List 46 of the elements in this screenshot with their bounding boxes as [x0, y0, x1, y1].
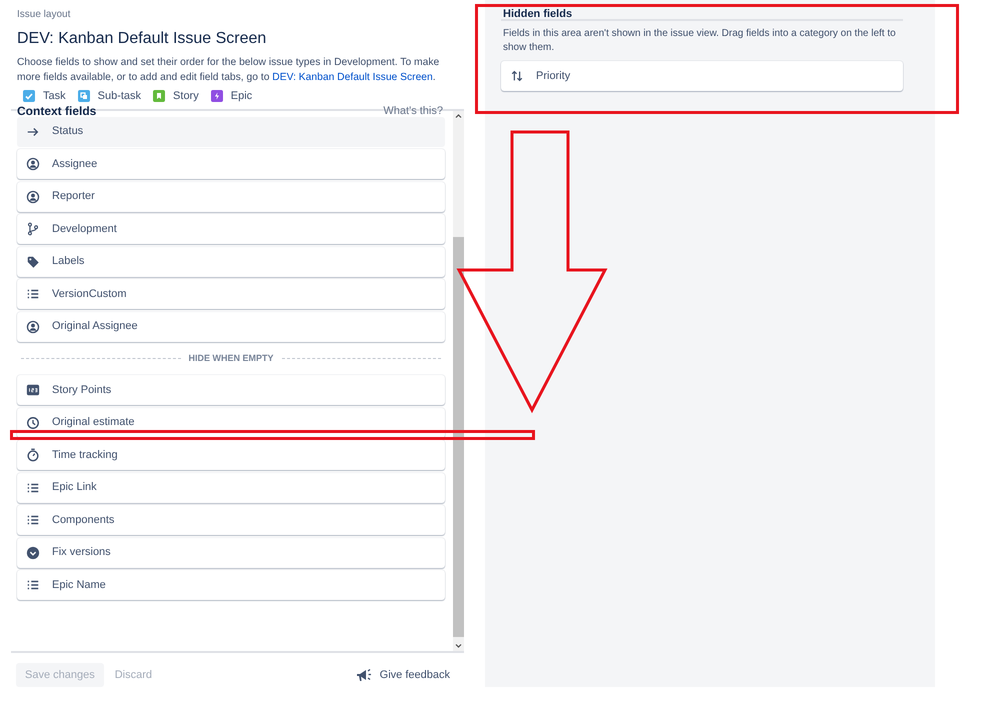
field-card[interactable]: Components [17, 505, 445, 535]
field-card[interactable]: VersionCustom [17, 279, 445, 309]
section-title: Hidden fields [502, 8, 574, 20]
field-card[interactable]: Priority [501, 61, 903, 91]
chevron-circle-icon [26, 546, 40, 560]
scroll-up-icon[interactable] [455, 112, 462, 118]
issue-type-label: Sub-task [98, 89, 142, 104]
field-card[interactable]: Reporter [17, 182, 445, 212]
breadcrumb: Issue layout [17, 9, 70, 20]
field-card[interactable]: Labels [17, 246, 445, 276]
scrollbar[interactable] [453, 110, 464, 651]
help-link[interactable]: What's this? [383, 104, 443, 112]
field-card[interactable]: Development [17, 214, 445, 244]
megaphone-icon [356, 668, 372, 682]
person-circle-icon [26, 157, 40, 171]
tag-icon [26, 254, 40, 268]
page-title: DEV: Kanban Default Issue Screen [17, 29, 268, 49]
up-down-arrows-icon [510, 69, 524, 83]
list-icon [26, 513, 40, 527]
divider-label: HIDE WHEN EMPTY [188, 352, 274, 364]
field-card[interactable]: Story Points [17, 375, 445, 405]
feedback-button[interactable]: Give feedback [356, 666, 450, 684]
branch-icon [26, 222, 40, 236]
description: Choose fields to show and set their order for the below issue types in Development. To make more fields available, or to add and edit field tabs, go to DEV: Kanban Default Issue Screen. [17, 56, 440, 85]
clock-icon [26, 416, 40, 430]
issue-type-label: Epic [230, 89, 252, 104]
list-icon [26, 578, 40, 592]
issue-type-label: Task [43, 89, 66, 104]
field-card[interactable]: Status [17, 116, 445, 146]
scroll-thumb[interactable] [453, 236, 464, 636]
person-circle-icon [26, 190, 40, 204]
hidden-fields-description: Fields in this area aren't shown in the issue view. Drag fields into a category on the left to show them. [502, 27, 897, 55]
field-card[interactable]: Time tracking [17, 440, 445, 470]
number-icon [26, 383, 40, 397]
scroll-down-icon[interactable] [455, 643, 462, 649]
field-card[interactable]: Original Assignee [17, 312, 445, 342]
field-card[interactable]: Fix versions [17, 538, 445, 568]
field-card[interactable]: Epic Link [17, 472, 445, 502]
list-icon [26, 287, 40, 301]
stopwatch-icon [26, 448, 40, 462]
screen-link[interactable]: DEV: Kanban Default Issue Screen [272, 72, 433, 83]
person-circle-icon [26, 320, 40, 334]
field-card[interactable]: Original estimate [17, 408, 445, 438]
field-card[interactable]: Assignee [17, 149, 445, 179]
issue-type-label: Story [173, 89, 199, 104]
field-card[interactable]: Epic Name [17, 570, 445, 600]
